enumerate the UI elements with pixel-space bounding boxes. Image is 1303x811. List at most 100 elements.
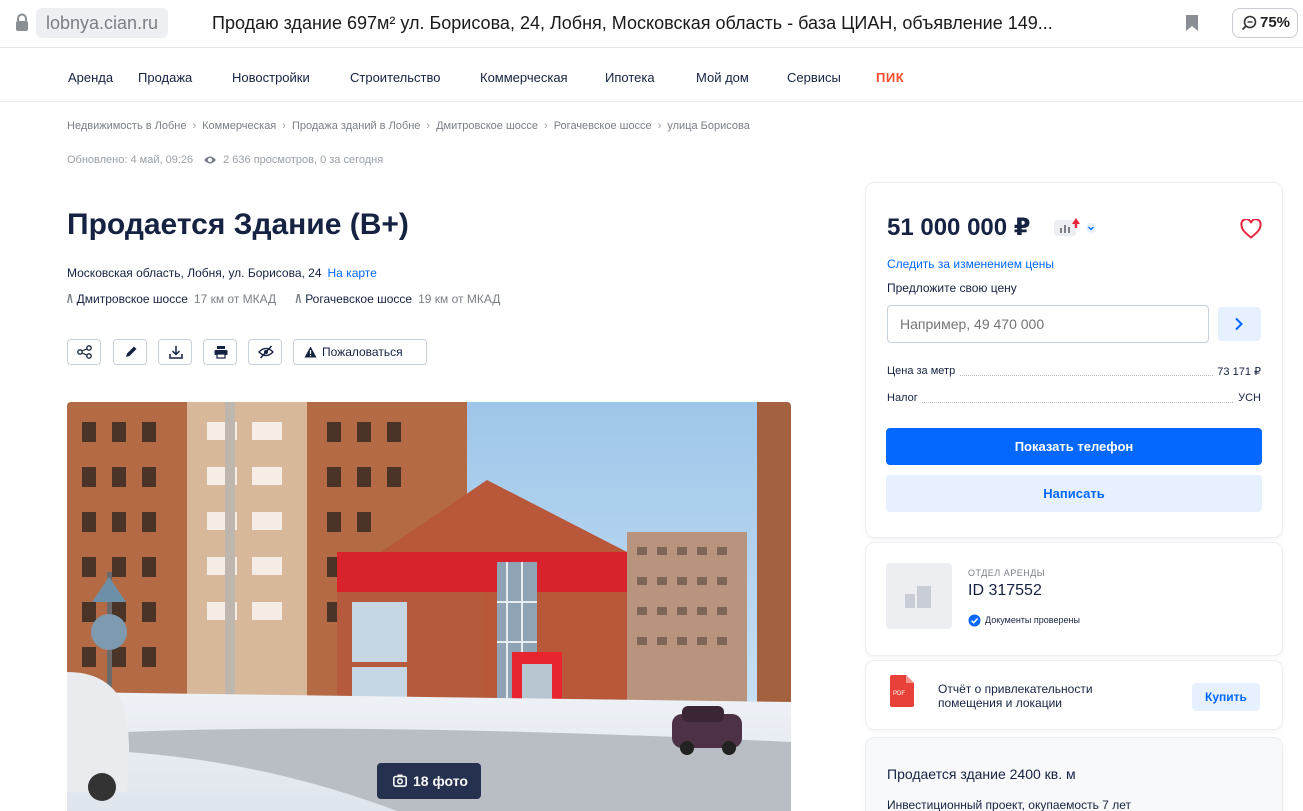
nav-item-my-home[interactable]: Мой дом bbox=[696, 70, 749, 85]
nav-item-services[interactable]: Сервисы bbox=[787, 70, 841, 85]
show-phone-button[interactable]: Показать телефон bbox=[886, 428, 1262, 465]
nav-brand-pik[interactable]: ПИК bbox=[876, 70, 904, 85]
verified-label: Документы проверены bbox=[985, 615, 1080, 625]
agent-department: ОТДЕЛ АРЕНДЫ bbox=[968, 568, 1046, 578]
download-button[interactable] bbox=[158, 339, 192, 365]
note-button[interactable] bbox=[113, 339, 147, 365]
report-description: Отчёт о привлекательности помещения и ло… bbox=[938, 682, 1093, 710]
promo-card[interactable]: Продается здание 2400 кв. м Инвестиционн… bbox=[866, 738, 1282, 811]
map-link[interactable]: На карте bbox=[328, 266, 377, 280]
chevron-right-icon: › bbox=[426, 120, 431, 132]
highways: /\ Дмитровское шоссе 17 км от МКАД /\ Рогач… bbox=[67, 292, 516, 306]
zoom-icon bbox=[1241, 15, 1257, 31]
eye-icon bbox=[204, 156, 217, 164]
spec-label: Налог bbox=[887, 392, 922, 404]
breadcrumb-item[interactable]: Дмитровское шоссе bbox=[436, 120, 538, 132]
lock-icon bbox=[16, 13, 28, 31]
favorite-heart-icon[interactable] bbox=[1240, 219, 1262, 239]
nav-item-new-buildings[interactable]: Новостройки bbox=[232, 70, 310, 85]
warning-icon bbox=[304, 346, 317, 358]
write-message-button[interactable]: Написать bbox=[886, 475, 1262, 512]
photo-count: 18 фото bbox=[413, 773, 468, 789]
report-label: Пожаловаться bbox=[322, 345, 403, 359]
domain-chip[interactable]: lobnya.cian.ru bbox=[36, 8, 169, 38]
listing-address: Московская область, Лобня, ул. Борисова,… bbox=[67, 266, 377, 280]
pdf-file-icon: PDF bbox=[890, 675, 914, 707]
buy-report-button[interactable]: Купить bbox=[1192, 683, 1260, 711]
price: 51 000 000 ₽ bbox=[887, 214, 1031, 241]
updated-date: Обновлено: 4 май, 09:26 bbox=[67, 154, 194, 166]
highway-distance: 17 км от МКАД bbox=[193, 292, 277, 306]
promo-subtitle: Инвестиционный проект, окупаемость 7 лет bbox=[887, 798, 1131, 811]
highway-icon: /\ bbox=[67, 292, 73, 306]
highway-icon: /\ bbox=[295, 292, 302, 306]
svg-text:PDF: PDF bbox=[893, 691, 905, 697]
listing-title: Продается Здание (B+) bbox=[67, 208, 409, 241]
offer-price-input[interactable] bbox=[887, 305, 1209, 343]
dotted-leader bbox=[887, 402, 1261, 403]
spec-value: 73 171 ₽ bbox=[1213, 365, 1261, 378]
breadcrumb-item[interactable]: Продажа зданий в Лобне bbox=[292, 120, 420, 132]
documents-verified: Документы проверены bbox=[968, 614, 1080, 627]
building-placeholder-icon bbox=[905, 586, 931, 608]
print-button[interactable] bbox=[203, 339, 237, 365]
nav-item-commercial[interactable]: Коммерческая bbox=[480, 70, 568, 85]
photo-count-badge[interactable]: 18 фото bbox=[377, 763, 481, 799]
views-count: 2 636 просмотров, 0 за сегодня bbox=[223, 154, 384, 166]
spec-row-tax: Налог УСН bbox=[887, 392, 1261, 406]
download-icon bbox=[169, 346, 183, 359]
chevron-right-icon: › bbox=[192, 120, 197, 132]
highway-name: Рогачевское шоссе bbox=[305, 292, 413, 306]
breadcrumb-item[interactable]: Недвижимость в Лобне bbox=[67, 120, 186, 132]
price-history-icon[interactable] bbox=[1054, 217, 1100, 237]
page-tab-title: Продаю здание 697м² ул. Борисова, 24, Ло… bbox=[212, 13, 1053, 33]
highway-distance: 19 км от МКАД bbox=[418, 292, 501, 306]
camera-icon bbox=[393, 774, 407, 787]
verified-badge-icon bbox=[968, 614, 981, 627]
agent-id[interactable]: ID 317552 bbox=[968, 582, 1042, 600]
report-line-2: помещения и локации bbox=[938, 696, 1062, 710]
report-button[interactable]: Пожаловаться bbox=[293, 339, 427, 365]
breadcrumb-item[interactable]: Коммерческая bbox=[202, 120, 276, 132]
breadcrumb-item[interactable]: Рогачевское шоссе bbox=[554, 120, 652, 132]
chevron-right-icon bbox=[1235, 317, 1243, 331]
report-line-1: Отчёт о привлекательности bbox=[938, 682, 1093, 696]
chevron-right-icon: › bbox=[282, 120, 286, 132]
building-photo bbox=[67, 402, 791, 811]
zoom-button[interactable]: 75% bbox=[1232, 8, 1298, 38]
nav-item-rent[interactable]: Аренда bbox=[68, 70, 113, 85]
price-card: 51 000 000 ₽ Следить за изменением цены … bbox=[866, 183, 1282, 537]
highway-item[interactable]: /\ Дмитровское шоссе 17 км от МКАД bbox=[67, 292, 276, 306]
pencil-icon bbox=[126, 346, 137, 357]
eye-off-icon bbox=[258, 345, 274, 359]
chevron-right-icon: › bbox=[544, 120, 548, 132]
highway-name: Дмитровское шоссе bbox=[76, 292, 188, 306]
nav-item-sale[interactable]: Продажа bbox=[138, 70, 192, 85]
zoom-level: 75% bbox=[1260, 14, 1291, 31]
highway-item[interactable]: /\ Рогачевское шоссе 19 км от МКАД bbox=[296, 292, 501, 306]
listing-meta: Обновлено: 4 май, 09:26 2 636 просмотров,… bbox=[67, 154, 383, 166]
address-text: Московская область, Лобня, ул. Борисова,… bbox=[67, 266, 322, 280]
location-report-card: PDF Отчёт о привлекательности помещения … bbox=[866, 661, 1282, 729]
printer-icon bbox=[214, 346, 228, 359]
listing-photo[interactable]: 18 фото bbox=[67, 402, 791, 811]
agent-avatar[interactable] bbox=[886, 563, 952, 629]
agent-card: ОТДЕЛ АРЕНДЫ ID 317552 Документы провере… bbox=[866, 543, 1282, 655]
spec-value: УСН bbox=[1234, 392, 1261, 404]
offer-price-label: Предложите свою цену bbox=[887, 281, 1017, 295]
spec-row-price-per-meter: Цена за метр 73 171 ₽ bbox=[887, 365, 1261, 379]
bookmark-icon[interactable] bbox=[1185, 14, 1199, 32]
breadcrumb-item[interactable]: улица Борисова bbox=[667, 120, 749, 132]
nav-item-mortgage[interactable]: Ипотека bbox=[605, 70, 655, 85]
promo-title: Продается здание 2400 кв. м bbox=[887, 766, 1076, 782]
browser-address-bar: lobnya.cian.ru Продаю здание 697м² ул. Б… bbox=[0, 0, 1303, 48]
chevron-right-icon: › bbox=[657, 120, 662, 132]
hide-button[interactable] bbox=[248, 339, 282, 365]
spec-label: Цена за метр bbox=[887, 365, 960, 377]
breadcrumb: Недвижимость в Лобне › Коммерческая › Продаж… bbox=[67, 120, 750, 132]
site-nav: Аренда Продажа Новостройки Строительство… bbox=[0, 48, 1303, 102]
offer-submit-button[interactable] bbox=[1218, 307, 1261, 341]
share-button[interactable] bbox=[67, 339, 101, 365]
watch-price-link[interactable]: Следить за изменением цены bbox=[887, 257, 1054, 271]
nav-item-construction[interactable]: Строительство bbox=[350, 70, 440, 85]
